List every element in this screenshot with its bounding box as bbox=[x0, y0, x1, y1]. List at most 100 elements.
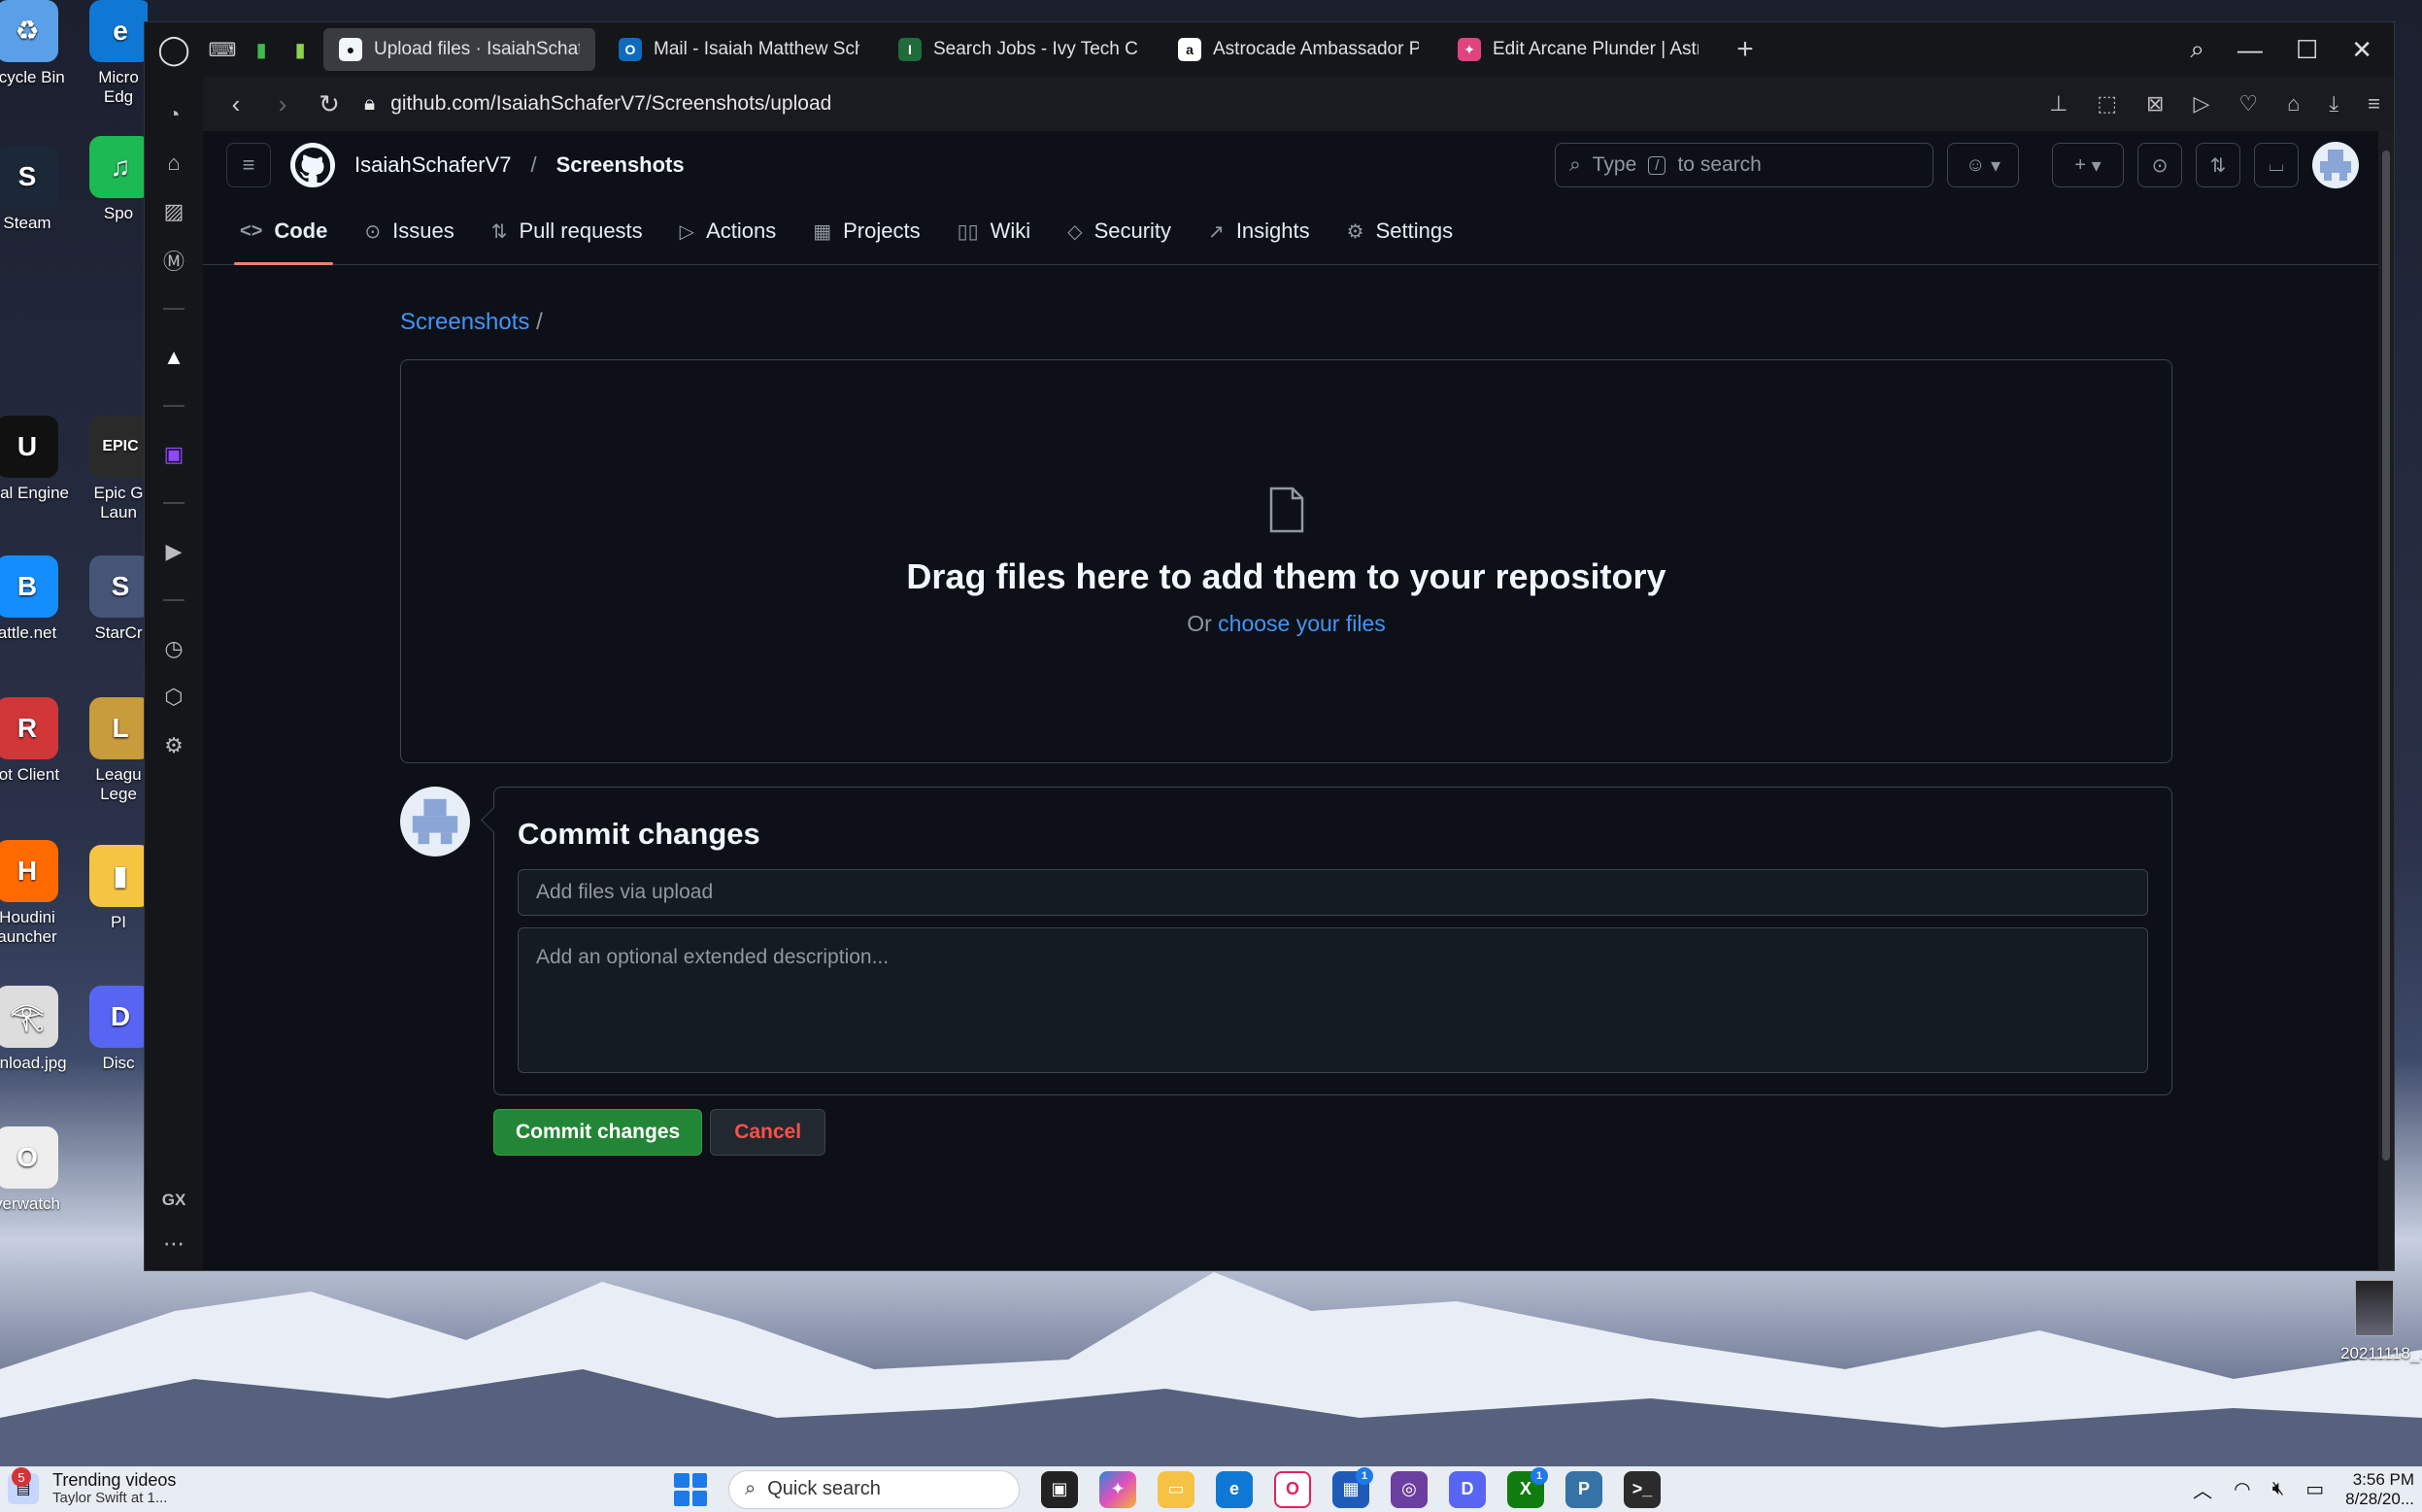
wallet-icon[interactable]: ⌂ bbox=[2287, 91, 2300, 117]
tab-settings[interactable]: ⚙ Settings bbox=[1333, 198, 1466, 264]
terminal-icon[interactable]: >_ bbox=[1624, 1470, 1661, 1508]
m-app-icon[interactable]: Ⓜ bbox=[145, 236, 203, 285]
minimize-button[interactable]: — bbox=[2237, 35, 2263, 65]
settings-icon[interactable]: ⚙ bbox=[145, 722, 203, 770]
desktop-icon[interactable]: Riot Client bbox=[0, 697, 76, 785]
opera-gx-icon[interactable]: O bbox=[1274, 1470, 1311, 1508]
snapshot-icon[interactable]: ⬚ bbox=[2097, 91, 2117, 117]
desktop-icon[interactable]: ♻ ecycle Bin bbox=[0, 0, 76, 87]
opera-gx-logo-icon[interactable]: ◯ bbox=[145, 22, 203, 77]
gx-control-icon[interactable]: GX bbox=[162, 1191, 186, 1210]
browser-tab[interactable]: I Search Jobs - Ivy Tech C bbox=[883, 28, 1155, 71]
tab-issues[interactable]: ⊙ Issues bbox=[351, 198, 467, 264]
adblock-icon[interactable]: ⊠ bbox=[2146, 91, 2164, 117]
xbox-icon[interactable]: X1 bbox=[1507, 1466, 1548, 1508]
cards-icon[interactable]: ▨ bbox=[145, 187, 203, 236]
battery-icon[interactable]: ▭ bbox=[2305, 1477, 2324, 1501]
game-store-icon[interactable]: ⌂ bbox=[145, 139, 203, 187]
file-explorer-icon[interactable]: ▭ bbox=[1158, 1470, 1194, 1508]
aria-icon[interactable]: ▲ bbox=[145, 333, 203, 382]
search-tabs-icon[interactable]: ⌕ bbox=[2190, 34, 2204, 65]
windows-start-icon[interactable] bbox=[674, 1472, 707, 1506]
tab-actions[interactable]: ▷ Actions bbox=[666, 198, 791, 264]
copilot-button[interactable]: ☺ ▾ bbox=[1947, 143, 2019, 187]
chevron-up-icon[interactable]: ︿ bbox=[2193, 1475, 2212, 1503]
desktop-file-thumbnail[interactable]: 20211118_... bbox=[2340, 1280, 2422, 1363]
inbox-button[interactable]: ⌴ bbox=[2254, 143, 2299, 187]
pinned-tab-icon[interactable]: ▮ bbox=[242, 22, 281, 77]
back-icon[interactable]: ‹ bbox=[224, 89, 248, 119]
commit-changes-button[interactable]: Commit changes bbox=[493, 1109, 703, 1156]
instagram-icon[interactable]: ◎ bbox=[1391, 1470, 1428, 1508]
pull-requests-button[interactable]: ⇅ bbox=[2196, 143, 2240, 187]
desktop-icon[interactable]: S Steam bbox=[0, 146, 76, 233]
github-logo-icon[interactable] bbox=[290, 143, 335, 187]
pin-icon[interactable]: ⊥ bbox=[2049, 91, 2068, 117]
tab-insights[interactable]: ↗ Insights bbox=[1194, 198, 1324, 264]
twitch-icon[interactable]: ▣ bbox=[145, 430, 203, 479]
desktop-icon[interactable]: e Micro Edg bbox=[89, 0, 148, 108]
taskbar-search[interactable]: ⌕ Quick search bbox=[728, 1469, 1020, 1509]
user-avatar[interactable] bbox=[2312, 142, 2359, 188]
scrollbar-thumb[interactable] bbox=[2382, 151, 2390, 1160]
download-icon[interactable]: ⤓ bbox=[2329, 91, 2338, 117]
desktop-icon[interactable]: H Houdini auncher bbox=[0, 840, 76, 948]
page-scrollbar[interactable] bbox=[2378, 131, 2394, 1270]
tab-code[interactable]: <> Code bbox=[226, 198, 341, 265]
desktop-icon[interactable]: S StarCr bbox=[89, 555, 148, 643]
python-icon[interactable]: P bbox=[1565, 1470, 1602, 1508]
wifi-icon[interactable]: ◠ bbox=[2234, 1477, 2250, 1501]
desktop-icon[interactable]: EPIC Epic G Laun bbox=[89, 416, 148, 523]
desktop-icon[interactable]: Battle.net bbox=[0, 555, 76, 643]
task-view-icon[interactable]: ▣ bbox=[1041, 1470, 1078, 1508]
hamburger-menu-button[interactable]: ≡ bbox=[226, 143, 271, 187]
desktop-icon[interactable]: ♫ Spo bbox=[89, 136, 148, 223]
tab-wiki[interactable]: ▯▯ Wiki bbox=[944, 198, 1045, 264]
desktop-icon[interactable]: 𓂀 wnload.jpg bbox=[0, 986, 76, 1073]
desktop-icon[interactable]: ▮ PI bbox=[89, 845, 148, 932]
cancel-button[interactable]: Cancel bbox=[710, 1109, 826, 1156]
edge-icon[interactable]: e bbox=[1216, 1470, 1253, 1508]
tab-projects[interactable]: ▦ Projects bbox=[799, 198, 933, 264]
forward-icon[interactable]: › bbox=[271, 89, 294, 119]
pinned-tab-icon-2[interactable]: ▮ bbox=[281, 22, 320, 77]
create-new-button[interactable]: + ▾ bbox=[2052, 143, 2124, 187]
gamepad-icon[interactable]: ⌨ bbox=[203, 22, 242, 77]
send-icon[interactable]: ▷ bbox=[2193, 91, 2209, 117]
issues-button[interactable]: ⊙ bbox=[2137, 143, 2182, 187]
history-icon[interactable]: ◷ bbox=[145, 624, 203, 673]
choose-files-link[interactable]: choose your files bbox=[1218, 611, 1386, 636]
copilot-icon[interactable]: ✦ bbox=[1099, 1470, 1136, 1508]
file-dropzone[interactable]: Drag files here to add them to your repo… bbox=[400, 359, 2172, 763]
tab-security[interactable]: ◇ Security bbox=[1054, 198, 1185, 264]
breadcrumb-repo-link[interactable]: Screenshots bbox=[400, 309, 529, 335]
tab-pull-requests[interactable]: ⇅ Pull requests bbox=[478, 198, 656, 264]
commit-message-input[interactable]: Add files via upload bbox=[518, 869, 2148, 916]
mute-icon[interactable]: 🔇︎ bbox=[2272, 1478, 2285, 1500]
repo-link[interactable]: Screenshots bbox=[556, 152, 685, 178]
heart-icon[interactable]: ♡ bbox=[2238, 91, 2258, 117]
store-icon[interactable]: ▦ 1 bbox=[1332, 1466, 1373, 1508]
url-field[interactable]: 🔒︎ github.com/IsaiahSchaferV7/Screenshot… bbox=[364, 92, 831, 116]
maximize-button[interactable]: ☐ bbox=[2296, 35, 2318, 65]
close-button[interactable]: ✕ bbox=[2351, 35, 2372, 65]
discord-icon[interactable]: D bbox=[1449, 1470, 1486, 1508]
desktop-icon[interactable]: L Leagu Lege bbox=[89, 697, 148, 805]
search-input[interactable]: ⌕ Type / to search bbox=[1555, 143, 1934, 187]
extensions-icon[interactable]: ⬡ bbox=[145, 673, 203, 722]
desktop-icon[interactable]: D Disc bbox=[89, 986, 148, 1073]
browser-tab[interactable]: ● Upload files · IsaiahSchafe bbox=[323, 28, 595, 71]
desktop-icon[interactable]: Ureal Engine bbox=[0, 416, 76, 503]
browser-tab[interactable]: a Astrocade Ambassador P bbox=[1162, 28, 1434, 71]
speed-dial-icon[interactable]: ◔ bbox=[145, 90, 203, 139]
more-icon[interactable]: ⋯ bbox=[163, 1231, 185, 1257]
browser-tab[interactable]: O Mail - Isaiah Matthew Sch bbox=[603, 28, 875, 71]
clock[interactable]: 3:56 PM 8/28/20... bbox=[2345, 1470, 2414, 1508]
new-tab-button[interactable]: + bbox=[1726, 33, 1765, 66]
browser-tab[interactable]: ✦ Edit Arcane Plunder | Astr bbox=[1442, 28, 1714, 71]
reload-icon[interactable]: ↻ bbox=[318, 89, 341, 119]
commit-description-textarea[interactable]: Add an optional extended description... bbox=[518, 927, 2148, 1073]
desktop-icon[interactable]: Overwatch bbox=[0, 1126, 76, 1214]
menu-icon[interactable]: ≡ bbox=[2368, 91, 2380, 117]
news-widget[interactable]: ▤ 5 Trending videos Taylor Swift at 1... bbox=[0, 1467, 408, 1506]
